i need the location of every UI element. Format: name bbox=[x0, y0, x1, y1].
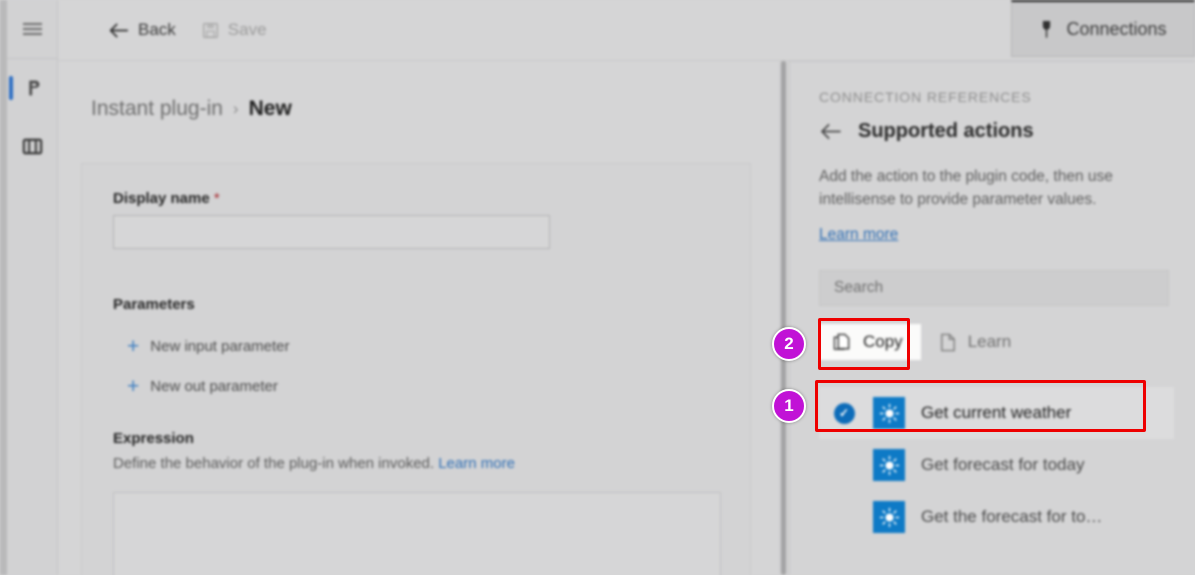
annotation-badge-1: 1 bbox=[772, 389, 806, 423]
arrow-left-icon bbox=[109, 23, 129, 37]
panel-eyebrow-label: CONNECTION REFERENCES bbox=[819, 89, 1032, 105]
panel-heading: Supported actions bbox=[819, 120, 1034, 143]
copy-icon bbox=[833, 333, 850, 350]
plugin-form-card: Display name * Parameters + New input pa… bbox=[81, 163, 751, 575]
supported-actions-panel: CONNECTION REFERENCES Supported actions … bbox=[789, 61, 1195, 575]
copy-button-label: Copy bbox=[863, 332, 903, 351]
weather-sun-icon bbox=[873, 397, 905, 429]
display-name-label: Display name * bbox=[113, 190, 220, 207]
main-scrollbar[interactable] bbox=[779, 61, 789, 575]
copy-button[interactable]: Copy bbox=[819, 324, 921, 360]
display-name-input[interactable] bbox=[113, 215, 550, 249]
back-button[interactable]: Back bbox=[108, 20, 176, 40]
save-button-label: Save bbox=[227, 20, 267, 39]
sidebar-item-library[interactable] bbox=[7, 117, 58, 175]
get-forecast-today-action-row[interactable]: Get forecast for today bbox=[819, 439, 1174, 491]
left-nav-rail bbox=[0, 0, 58, 575]
sidebar-item-menu[interactable] bbox=[7, 0, 58, 58]
expression-section-label: Expression bbox=[113, 430, 194, 447]
panel-heading-label: Supported actions bbox=[858, 120, 1034, 142]
arrow-left-icon[interactable] bbox=[819, 123, 842, 140]
get-current-weather-action-row[interactable]: ✓ Get current weather bbox=[819, 387, 1174, 439]
expression-learn-more-link[interactable]: Learn more bbox=[438, 455, 515, 472]
expression-description: Define the behavior of the plug-in when … bbox=[113, 455, 515, 472]
required-marker: * bbox=[213, 190, 220, 207]
new-output-parameter-label: New out parameter bbox=[150, 378, 278, 395]
action-command-bar: Copy Learn bbox=[819, 324, 1023, 360]
scrollbar-thumb[interactable] bbox=[781, 61, 786, 575]
connections-button[interactable]: Connections bbox=[1011, 0, 1195, 57]
parameters-section-label: Parameters bbox=[113, 296, 195, 313]
book-icon bbox=[22, 138, 43, 154]
get-the-forecast-for-tomorrow-action-row[interactable]: Get the forecast for to… bbox=[819, 491, 1174, 543]
app-window: Back Save Connections Instant plug-in › … bbox=[0, 0, 1195, 575]
display-name-label-text: Display name bbox=[113, 190, 210, 207]
action-label: Get the forecast for to… bbox=[921, 507, 1103, 526]
breadcrumb-current: New bbox=[248, 97, 292, 120]
action-label: Get current weather bbox=[921, 403, 1072, 422]
learn-button-label: Learn bbox=[967, 332, 1012, 351]
supported-actions-list: ✓ Get current weather Get forecast for t… bbox=[819, 387, 1174, 543]
new-input-parameter-button[interactable]: + New input parameter bbox=[127, 336, 290, 357]
chevron-right-icon: › bbox=[232, 99, 239, 118]
expression-editor[interactable] bbox=[113, 492, 721, 575]
hamburger-icon bbox=[23, 20, 42, 38]
plug-in-icon bbox=[28, 80, 39, 96]
breadcrumb: Instant plug-in › New bbox=[91, 97, 292, 121]
plus-icon: + bbox=[127, 375, 140, 398]
back-button-label: Back bbox=[138, 20, 176, 39]
save-button[interactable]: Save bbox=[202, 20, 267, 40]
main-content: Instant plug-in › New Display name * Par… bbox=[58, 61, 780, 575]
search-placeholder: Search bbox=[834, 279, 884, 296]
plug-icon bbox=[1043, 20, 1051, 38]
new-input-parameter-label: New input parameter bbox=[150, 338, 290, 355]
document-icon bbox=[940, 333, 955, 351]
panel-description: Add the action to the plugin code, then … bbox=[819, 168, 1113, 208]
plus-icon: + bbox=[127, 335, 140, 358]
rail-edge-strip bbox=[0, 0, 7, 575]
action-label: Get forecast for today bbox=[921, 455, 1085, 474]
check-circle-icon: ✓ bbox=[833, 402, 855, 424]
panel-learn-more-link[interactable]: Learn more bbox=[819, 226, 898, 244]
connections-button-label: Connections bbox=[1066, 18, 1167, 39]
expression-description-text: Define the behavior of the plug-in when … bbox=[113, 455, 435, 472]
breadcrumb-parent[interactable]: Instant plug-in bbox=[91, 97, 223, 121]
weather-sun-icon bbox=[873, 501, 905, 533]
search-input[interactable]: Search bbox=[819, 270, 1169, 306]
new-output-parameter-button[interactable]: + New out parameter bbox=[127, 376, 278, 397]
learn-button[interactable]: Learn bbox=[927, 324, 1023, 360]
annotation-badge-2: 2 bbox=[772, 327, 806, 361]
check-slot: ✓ bbox=[831, 402, 857, 424]
save-disk-icon bbox=[202, 22, 218, 38]
sidebar-item-plugins[interactable] bbox=[7, 59, 58, 117]
weather-sun-icon bbox=[873, 449, 905, 481]
